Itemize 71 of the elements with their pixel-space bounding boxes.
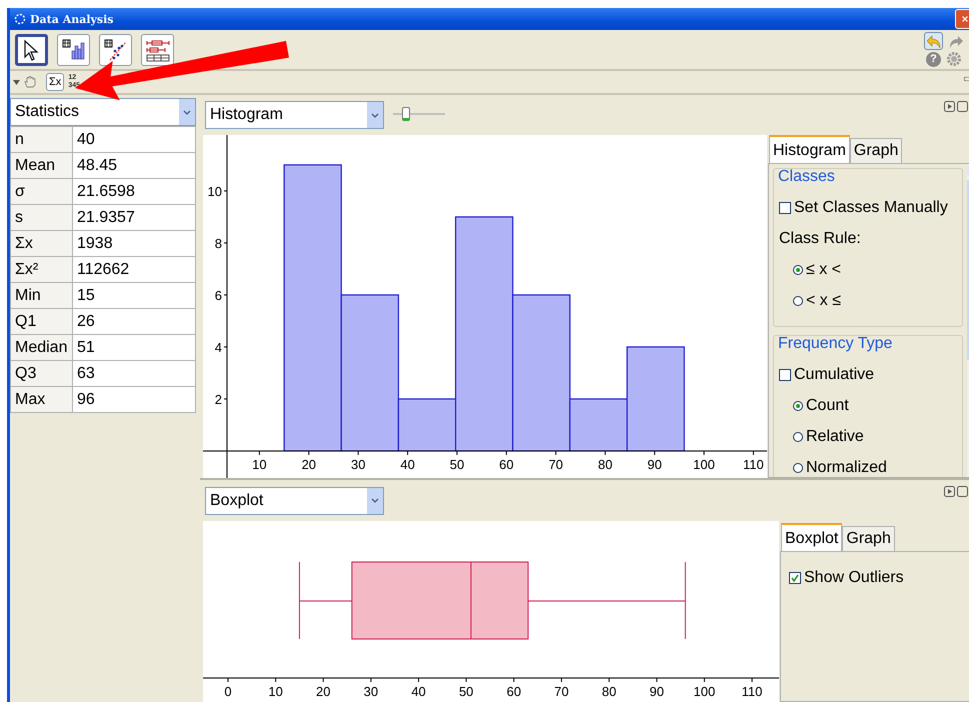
table-cell: Q1 [10, 308, 72, 334]
group-title: Frequency Type [778, 335, 894, 353]
tick-label: 100 [694, 684, 716, 699]
tick-label: 20 [302, 456, 316, 472]
tick-label: 70 [554, 684, 569, 699]
option-label[interactable]: Count [806, 396, 849, 414]
tick-label: 10 [268, 684, 283, 699]
tick-label: 0 [224, 684, 232, 699]
table-cell: Max [10, 386, 72, 412]
tick-label: 30 [364, 684, 378, 699]
tick-label: 70 [548, 456, 564, 472]
tick-label: 40 [400, 456, 415, 472]
tick-label: 100 [693, 456, 715, 472]
table-cell: 48.45 [72, 152, 196, 178]
tick-label: 10 [252, 456, 267, 472]
tick-label: 60 [499, 456, 514, 472]
tick-label: 2 [214, 392, 222, 407]
tick-label: 90 [650, 684, 664, 699]
option-label[interactable]: Normalized [806, 458, 887, 476]
tick-label: 90 [647, 456, 662, 472]
tick-label: 80 [602, 684, 616, 699]
dropdown[interactable]: Boxplot [205, 486, 384, 514]
table-cell: Q3 [10, 360, 72, 386]
table-cell: s [10, 204, 72, 230]
option-label[interactable]: ≤ x < [806, 260, 842, 278]
tick-label: 20 [316, 684, 331, 699]
group-title: Classes [778, 168, 836, 186]
table-cell: Σx² [10, 256, 72, 282]
table-cell: σ [10, 178, 72, 204]
table-cell: 51 [72, 334, 196, 360]
field-label: Class Rule: [779, 230, 861, 248]
tick-label: 80 [598, 456, 612, 472]
table-cell: Mean [10, 152, 72, 178]
table-cell: 21.6598 [72, 178, 196, 204]
option-label[interactable]: Set Classes Manually [794, 198, 948, 216]
option-label[interactable]: Show Outliers [804, 568, 904, 586]
tab[interactable]: Graph [842, 526, 895, 551]
table-cell: 21.9357 [72, 204, 196, 230]
tick-label: 10 [208, 184, 222, 199]
table-cell: Median [10, 334, 72, 360]
tab[interactable]: Graph [850, 138, 902, 163]
tick-label: 110 [742, 684, 762, 699]
tick-label: 40 [411, 684, 426, 699]
tick-label: 6 [214, 288, 222, 303]
help-button[interactable]: ? [926, 52, 941, 67]
window-title: Data Analysis [30, 12, 114, 26]
option-label[interactable]: < x ≤ [806, 292, 842, 310]
table-cell: n [10, 126, 72, 152]
table-cell: Σx [10, 230, 72, 256]
table-cell: 26 [72, 308, 196, 334]
dropdown[interactable]: Histogram [205, 101, 384, 129]
table-cell: 40 [72, 126, 196, 152]
tick-label: 110 [743, 456, 764, 472]
tick-label: 30 [350, 456, 366, 472]
tick-label: 8 [214, 236, 222, 251]
option-label[interactable]: Relative [806, 428, 864, 446]
tick-label: 4 [214, 340, 222, 355]
table-cell: 63 [72, 360, 196, 386]
table-cell: 1938 [72, 230, 196, 256]
sum-button[interactable]: Σx [46, 73, 64, 91]
table-cell: 15 [72, 282, 196, 308]
tick-label: 50 [450, 456, 464, 472]
tick-label: 50 [458, 684, 474, 699]
option-label[interactable]: Cumulative [794, 366, 874, 384]
table-cell: 96 [72, 386, 196, 412]
tab[interactable]: Histogram [769, 135, 850, 163]
tick-label: 60 [506, 684, 522, 699]
tab[interactable]: Boxplot [781, 523, 842, 551]
dropdown[interactable]: Statistics [10, 98, 196, 126]
table-cell: 112662 [72, 256, 196, 282]
table-cell: Min [10, 282, 72, 308]
